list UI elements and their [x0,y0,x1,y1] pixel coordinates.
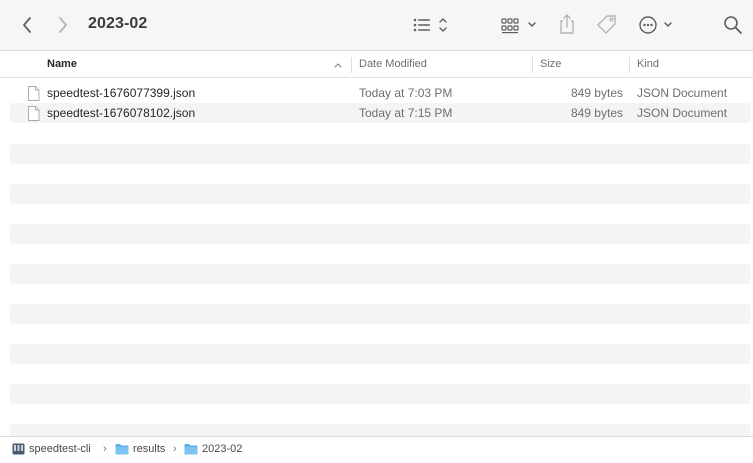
folder-icon [115,444,129,455]
search-icon [724,16,742,34]
column-divider[interactable] [629,57,630,73]
document-icon [28,106,40,121]
path-item-label: results [133,443,166,455]
chevron-right-icon [59,17,67,33]
share-icon [560,14,574,34]
file-row[interactable]: speedtest-1676078102.json Today at 7:15 … [10,103,751,123]
column-divider[interactable] [351,57,352,73]
file-size: 849 bytes [570,106,623,120]
more-actions-button[interactable] [637,12,677,38]
empty-row-stripe [10,304,751,324]
tag-button[interactable] [595,12,619,38]
disk-icon [12,443,25,455]
path-item-results[interactable]: results [115,443,165,455]
column-name-header[interactable]: Name [47,52,77,78]
group-button[interactable] [499,12,541,38]
forward-button[interactable] [52,14,74,36]
file-date: Today at 7:15 PM [359,106,453,120]
empty-row-stripe [10,264,751,284]
empty-row-stripe [10,184,751,204]
empty-row-stripe [10,224,751,244]
path-separator: › [103,443,107,455]
path-item-speedtest-cli[interactable]: speedtest-cli [12,443,91,455]
sort-ascending-icon [334,63,342,68]
window-title: 2023-02 [88,15,148,32]
document-icon [28,86,40,101]
column-divider[interactable] [532,57,533,73]
file-size: 849 bytes [570,86,623,100]
path-separator: › [173,443,177,455]
search-button[interactable] [721,12,745,38]
column-kind-header[interactable]: Kind [637,52,659,78]
view-options-button[interactable] [410,12,452,38]
file-kind: JSON Document [637,86,728,100]
share-button[interactable] [556,11,578,37]
empty-row-stripe [10,344,751,364]
file-date: Today at 7:03 PM [359,86,453,100]
file-list: speedtest-1676077399.json Today at 7:03 … [10,83,751,123]
path-item-2023-02[interactable]: 2023-02 [184,443,242,455]
ellipsis-circle-icon [639,16,672,34]
column-size-header[interactable]: Size [540,52,561,78]
column-header: Name Date Modified Size Kind [0,52,753,78]
path-bar: speedtest-cli › results › 2023-02 [0,436,753,463]
back-button[interactable] [16,14,38,36]
file-name: speedtest-1676078102.json [47,106,196,120]
chevron-left-icon [23,17,31,33]
empty-row-stripe [10,144,751,164]
tag-icon [597,15,616,34]
toolbar: 2023-02 [0,0,753,51]
path-item-label: speedtest-cli [29,443,91,455]
empty-row-stripe [10,424,751,436]
list-view-icon [413,18,447,32]
file-row[interactable]: speedtest-1676077399.json Today at 7:03 … [10,83,751,103]
path-item-label: 2023-02 [202,443,243,455]
file-kind: JSON Document [637,106,728,120]
grid-group-icon [501,18,536,34]
file-name: speedtest-1676077399.json [47,86,196,100]
column-date-header[interactable]: Date Modified [359,52,427,78]
folder-icon [184,444,198,455]
empty-row-stripe [10,384,751,404]
